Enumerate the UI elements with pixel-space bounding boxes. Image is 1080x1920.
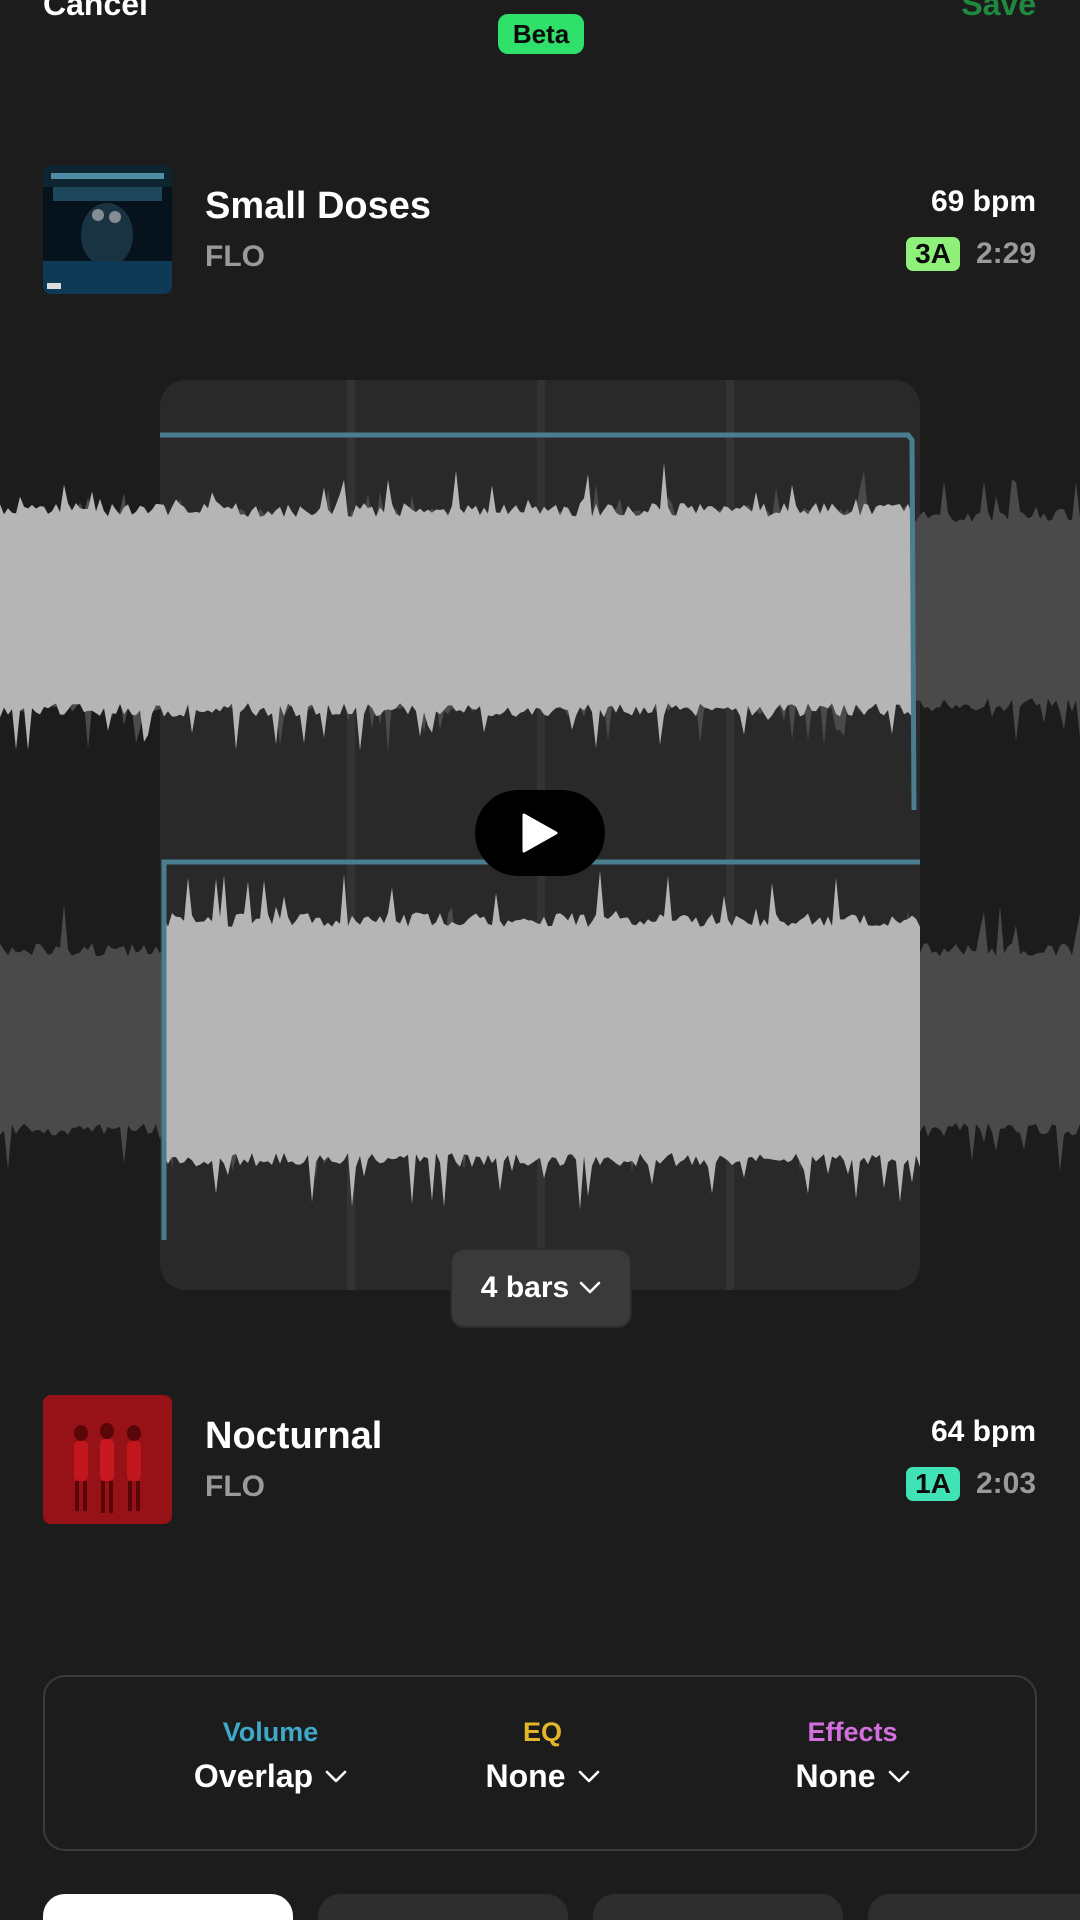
volume-value: Overlap — [193, 1758, 314, 1794]
chevron-down-icon — [888, 1770, 909, 1782]
album-cover-top — [43, 165, 172, 294]
track-title: Small Doses — [205, 185, 431, 227]
track-duration: 2:03 — [975, 1467, 1036, 1500]
bars-length-dropdown[interactable]: 4 bars — [450, 1248, 632, 1328]
preset-tab[interactable] — [318, 1894, 568, 1920]
eq-value: None — [485, 1758, 566, 1794]
play-icon — [522, 813, 558, 853]
top-bar: Cancel Beta Save — [0, 0, 1080, 70]
eq-control[interactable]: EQ None — [377, 1717, 708, 1795]
track-top: Small Doses FLO 69 bpm 3A 2:29 — [0, 165, 1080, 295]
chevron-down-icon — [578, 1770, 599, 1782]
track-artist: FLO — [205, 1470, 265, 1503]
save-button[interactable]: Save — [961, 0, 1036, 23]
effects-control[interactable]: Effects None — [687, 1717, 1018, 1795]
preset-tab[interactable] — [593, 1894, 843, 1920]
play-button[interactable] — [475, 790, 605, 876]
cancel-button[interactable]: Cancel — [43, 0, 148, 23]
track-meta: 3A 2:29 — [906, 237, 1036, 271]
beta-badge: Beta — [498, 14, 584, 54]
volume-dropdown[interactable]: Overlap — [194, 1758, 347, 1795]
key-badge: 3A — [906, 237, 960, 271]
preset-tab[interactable] — [868, 1894, 1080, 1920]
eq-label: EQ — [522, 1717, 562, 1747]
eq-dropdown[interactable]: None — [486, 1758, 600, 1795]
key-badge: 1A — [906, 1467, 960, 1501]
track-title: Nocturnal — [205, 1415, 383, 1457]
preset-tab-selected[interactable] — [43, 1894, 293, 1920]
effects-label: Effects — [807, 1717, 898, 1747]
effects-dropdown[interactable]: None — [796, 1758, 910, 1795]
chevron-down-icon — [579, 1281, 601, 1294]
chevron-down-icon — [325, 1770, 347, 1782]
track-bpm: 64 bpm — [930, 1415, 1036, 1448]
waveform-bottom-track-selected — [164, 870, 920, 1210]
bars-length-label: 4 bars — [480, 1271, 570, 1304]
track-bpm: 69 bpm — [930, 185, 1036, 218]
track-duration: 2:29 — [975, 237, 1036, 270]
effects-value: None — [795, 1758, 876, 1794]
track-artist: FLO — [205, 240, 265, 273]
transition-controls-panel: Volume Overlap EQ None Effects None — [43, 1675, 1037, 1851]
album-cover-bottom — [43, 1395, 172, 1524]
track-meta: 1A 2:03 — [906, 1467, 1036, 1501]
track-bottom: Nocturnal FLO 64 bpm 1A 2:03 — [0, 1395, 1080, 1525]
